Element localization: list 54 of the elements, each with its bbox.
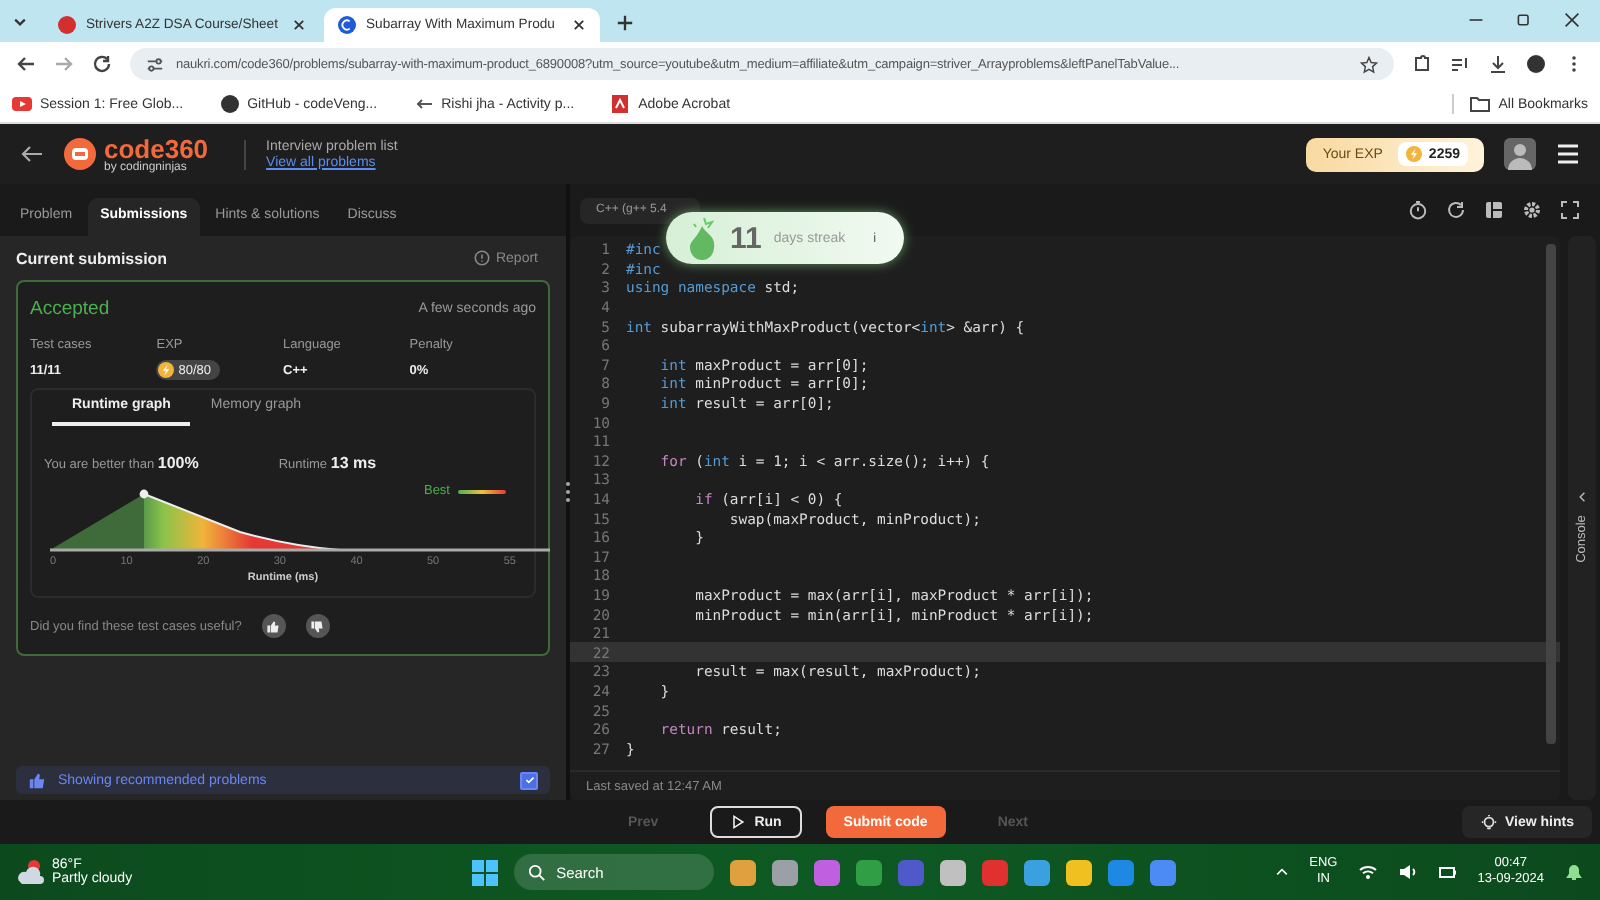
- video-play-icon: [12, 94, 32, 114]
- lightbulb-icon: [1479, 813, 1497, 831]
- speaker-icon[interactable]: [1397, 862, 1418, 882]
- download-icon[interactable]: [1488, 54, 1508, 74]
- alert-circle-icon: [473, 250, 490, 266]
- reset-icon[interactable]: [1446, 200, 1466, 220]
- back-arrow-icon[interactable]: [16, 54, 36, 74]
- thumbs-up-icon: [266, 619, 281, 633]
- site-icon: [338, 16, 356, 34]
- star-icon[interactable]: [1360, 55, 1378, 73]
- puzzle-icon[interactable]: [1412, 54, 1432, 74]
- lightning-coin-icon: [1406, 146, 1423, 162]
- site-icon: [58, 16, 76, 34]
- thumbs-up-button[interactable]: [261, 614, 286, 638]
- start-icon[interactable]: [472, 859, 499, 885]
- thumbs-down-icon: [310, 619, 325, 633]
- streak-count: 11: [730, 221, 762, 255]
- restore-icon[interactable]: [1516, 12, 1532, 28]
- new-tab-icon[interactable]: [616, 14, 634, 32]
- logo-mark-icon: [64, 138, 96, 170]
- wifi-icon[interactable]: [1357, 862, 1378, 882]
- back-arrow-icon[interactable]: [20, 142, 44, 166]
- chevron-up-icon[interactable]: [1273, 864, 1290, 880]
- lightning-coin-icon: [158, 362, 175, 378]
- cloud-sun-icon: [16, 858, 44, 886]
- settings-icon[interactable]: [1522, 200, 1542, 220]
- site-settings-icon: [146, 55, 164, 73]
- gradient-line-icon: [458, 487, 506, 495]
- bell-icon[interactable]: [1564, 862, 1584, 882]
- search-icon: [528, 863, 547, 881]
- chevron-down-icon[interactable]: [12, 14, 28, 30]
- status-text: Accepted: [30, 298, 110, 320]
- timer-icon[interactable]: [1408, 200, 1428, 220]
- playlist-icon[interactable]: [1450, 54, 1470, 74]
- play-icon: [730, 814, 747, 830]
- close-icon[interactable]: [292, 18, 306, 32]
- arrow-icon: [413, 94, 434, 114]
- check-icon: [523, 774, 535, 786]
- battery-icon[interactable]: [1437, 862, 1458, 882]
- thumbs-up-icon: [28, 771, 46, 789]
- chevron-left-icon: [1575, 490, 1589, 504]
- logo-text: code360: [104, 135, 209, 161]
- close-icon[interactable]: [1564, 12, 1580, 28]
- profile-avatar-icon[interactable]: [1526, 54, 1546, 74]
- thumbs-down-button[interactable]: [305, 614, 330, 638]
- reload-icon[interactable]: [92, 54, 112, 74]
- document-icon: [610, 94, 631, 114]
- menu-icon[interactable]: [1556, 142, 1580, 166]
- checkbox[interactable]: [520, 771, 538, 789]
- layout-icon[interactable]: [1484, 200, 1504, 220]
- fullscreen-icon[interactable]: [1560, 200, 1580, 220]
- avatar-icon[interactable]: [1504, 138, 1536, 170]
- close-icon[interactable]: [572, 18, 586, 32]
- section-title: Current submission: [16, 249, 168, 267]
